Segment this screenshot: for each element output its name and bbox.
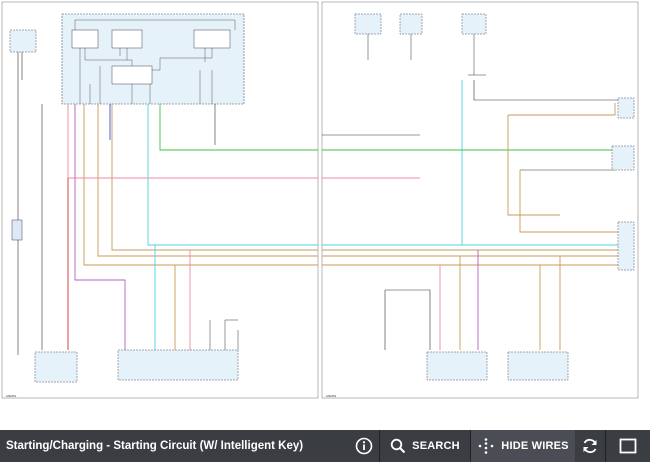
switch-connector <box>617 221 635 271</box>
ipdm-module <box>61 13 245 105</box>
bcm-module <box>117 349 239 381</box>
wiring-diagram-viewer[interactable]: A90251 A90252 <box>0 0 650 430</box>
search-label: SEARCH <box>412 440 460 452</box>
hide-wires-label: HIDE WIRES <box>501 440 569 452</box>
relay-2 <box>111 29 143 49</box>
fuse-box-3 <box>461 13 487 35</box>
wires-icon <box>478 438 494 454</box>
bottom-toolbar: Starting/Charging - Starting Circuit (W/… <box>0 430 650 462</box>
sensor-1 <box>617 97 635 119</box>
wire-pink-left <box>67 104 318 179</box>
wire-green-left <box>159 104 318 151</box>
stop-lamp-switch <box>507 351 569 381</box>
diagram-title: Starting/Charging - Starting Circuit (W/… <box>6 440 304 452</box>
fusible-link-box <box>9 29 37 53</box>
wire-tan-left-2 <box>97 104 318 257</box>
refresh-button[interactable] <box>575 430 605 462</box>
relay-1 <box>71 29 99 49</box>
fuse-box-2 <box>399 13 423 35</box>
relay-3 <box>193 29 231 49</box>
fullscreen-button[interactable] <box>606 430 650 462</box>
wire-purple-left <box>74 104 126 350</box>
battery <box>11 219 23 241</box>
fullscreen-icon <box>619 438 637 454</box>
left-page-code: A90251 <box>6 394 17 398</box>
wire-tan-left-3 <box>83 104 318 266</box>
cpu-block <box>111 65 153 85</box>
wiring-diagram: A90251 A90252 <box>1 1 639 399</box>
hide-wires-button[interactable]: HIDE WIRES <box>471 430 575 462</box>
refresh-icon <box>583 438 597 454</box>
diagram-page-right <box>321 1 639 399</box>
info-icon <box>355 437 373 455</box>
search-button[interactable]: SEARCH <box>380 430 470 462</box>
push-button-ignition <box>426 351 488 381</box>
info-button[interactable] <box>349 430 379 462</box>
starter-motor <box>34 351 78 383</box>
fuse-box-1 <box>354 13 382 35</box>
sensor-2 <box>611 145 635 171</box>
right-page-code: A90252 <box>326 394 337 398</box>
wire-cyan-left <box>147 104 318 246</box>
search-icon <box>390 438 406 454</box>
